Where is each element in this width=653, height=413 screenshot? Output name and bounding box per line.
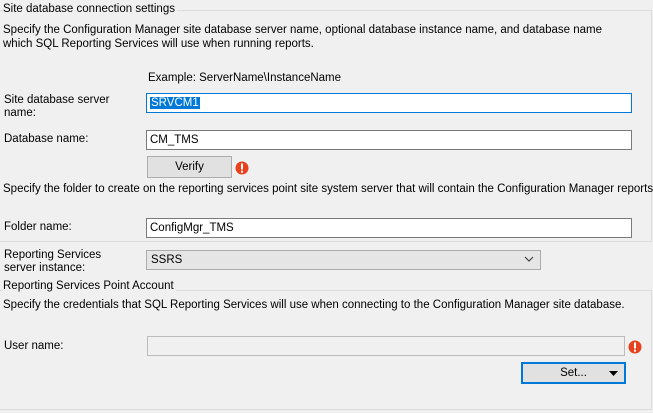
site-db-group-title: Site database connection settings [3, 3, 177, 15]
folder-name-label: Folder name: [4, 221, 72, 233]
dropdown-arrow-icon [609, 371, 618, 376]
set-button[interactable]: Set... [521, 362, 626, 384]
verify-button[interactable]: Verify [147, 156, 232, 178]
account-description: Specify the credentials that SQL Reporti… [3, 299, 625, 311]
chevron-down-icon [524, 256, 534, 262]
database-name-input[interactable]: CM_TMS [146, 130, 632, 150]
folder-name-input[interactable]: ConfigMgr_TMS [146, 218, 632, 238]
rs-instance-label: Reporting Services server instance: [4, 249, 102, 274]
error-icon [235, 161, 249, 175]
rs-instance-dropdown[interactable]: SSRS [146, 250, 541, 270]
username-label: User name: [4, 340, 64, 352]
server-name-value: SRVCM1 [150, 97, 200, 109]
rs-instance-selected: SSRS [151, 254, 183, 266]
server-name-label: Site database server name: [4, 94, 110, 119]
username-input[interactable] [147, 336, 625, 356]
example-hint: Example: ServerName\InstanceName [148, 72, 342, 84]
server-name-input[interactable]: SRVCM1 [146, 93, 632, 113]
site-db-description: Specify the Configuration Manager site d… [3, 24, 603, 50]
set-button-label: Set... [560, 367, 587, 379]
account-group-title: Reporting Services Point Account [3, 280, 176, 292]
folder-description: Specify the folder to create on the repo… [3, 183, 653, 195]
database-name-label: Database name: [4, 133, 89, 145]
error-icon [628, 340, 642, 354]
